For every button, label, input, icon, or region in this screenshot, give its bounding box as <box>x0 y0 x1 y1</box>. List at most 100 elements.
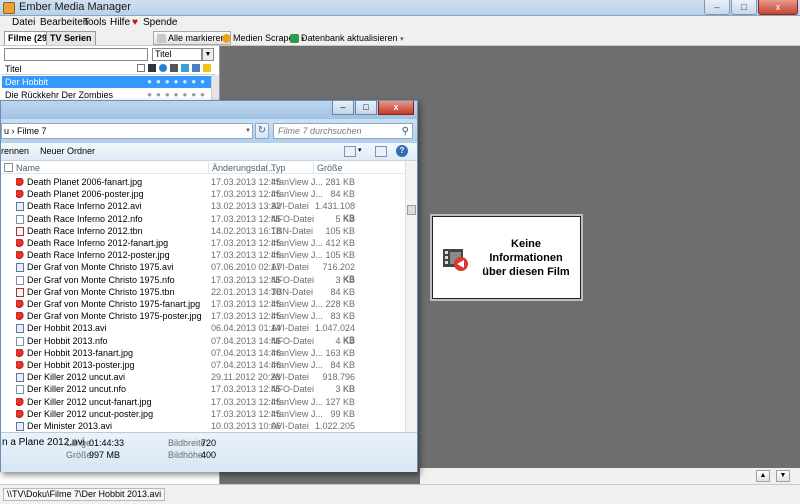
movie-row-selected[interactable]: Der Hobbit ●●●●●●● <box>2 76 211 88</box>
detail-width-value: 720 <box>201 438 217 448</box>
file-name: Der Graf von Monte Christo 1975.nfo <box>27 274 175 285</box>
filter-input[interactable] <box>4 48 148 61</box>
column-name[interactable]: Name <box>16 163 40 173</box>
file-row[interactable]: Der Minister 2013.avi 10.03.2013 10:06 AVI… <box>1 420 405 432</box>
column-type[interactable]: Typ <box>271 163 286 173</box>
preview-pane-icon[interactable] <box>375 146 387 157</box>
extrathumb-icon[interactable] <box>192 64 200 72</box>
search-input[interactable]: Filme 7 durchsuchen ⚲ <box>273 123 413 139</box>
file-row[interactable]: Death Race Inferno 2012-fanart.jpg 17.03.… <box>1 237 405 249</box>
view-options-icon[interactable] <box>344 146 356 157</box>
file-row[interactable]: Death Planet 2006-poster.jpg 17.03.2013 1… <box>1 188 405 200</box>
file-row[interactable]: Der Killer 2012 uncut-fanart.jpg 17.03.20… <box>1 396 405 408</box>
minimize-button[interactable]: – <box>332 101 354 115</box>
no-info-message: Keine Informationen über diesen Film <box>473 237 579 279</box>
tab-tv-serien[interactable]: TV Serien <box>46 31 96 45</box>
file-row[interactable]: Der Graf von Monte Christo 1975.nfo 17.03… <box>1 274 405 286</box>
file-name: Death Race Inferno 2012.avi <box>27 201 142 212</box>
menu-spende[interactable]: Spende <box>143 17 177 28</box>
scrollbar-thumb[interactable] <box>407 205 416 215</box>
info-icon[interactable] <box>159 64 167 72</box>
breadcrumb[interactable]: u <box>4 126 9 136</box>
file-row[interactable]: Death Race Inferno 2012.avi 13.02.2013 13… <box>1 200 405 223</box>
file-row[interactable]: Der Killer 2012 uncut-poster.jpg 17.03.20… <box>1 408 405 420</box>
column-title[interactable]: Titel <box>5 64 22 74</box>
subtitle-icon[interactable] <box>181 64 189 72</box>
sort-select[interactable]: Titel <box>152 48 202 61</box>
film-icon <box>443 249 468 271</box>
movie-list-header[interactable]: Titel <box>2 63 215 75</box>
close-button[interactable]: x <box>758 0 798 15</box>
file-size: 281 KB <box>325 177 355 187</box>
watched-icon[interactable] <box>203 64 211 72</box>
file-name: Der Minister 2013.avi <box>27 421 113 431</box>
file-name: Der Hobbit 2013-poster.jpg <box>27 360 135 370</box>
image-file-icon <box>16 239 24 248</box>
file-row[interactable]: Death Planet 2006-fanart.jpg 17.03.2013 1… <box>1 176 405 188</box>
file-name: Der Killer 2012 uncut-fanart.jpg <box>27 396 152 407</box>
file-row[interactable]: Der Graf von Monte Christo 1975-fanart.j… <box>1 298 405 310</box>
video-file-icon <box>16 202 24 212</box>
file-row[interactable]: Der Killer 2012 uncut.avi 29.11.2012 20:2… <box>1 371 405 394</box>
refresh-icon[interactable]: ↻ <box>255 123 269 139</box>
minimize-button[interactable]: – <box>704 0 730 15</box>
file-name: Death Race Inferno 2012-fanart.jpg <box>27 238 169 248</box>
chevron-down-icon[interactable]: ▼ <box>243 124 253 138</box>
column-size[interactable]: Größe <box>317 163 343 173</box>
column-divider[interactable] <box>208 162 209 173</box>
file-list-scrollbar[interactable] <box>405 161 417 432</box>
chevron-down-icon[interactable]: ▼ <box>776 470 790 482</box>
update-database-label: Datenbank aktualisieren <box>301 33 398 43</box>
chevron-down-icon[interactable]: ▾ <box>358 146 362 154</box>
menu-datei[interactable]: Datei <box>12 17 35 28</box>
file-row[interactable]: Der Hobbit 2013.nfo 07.04.2013 14:46 NFO-D… <box>1 335 405 347</box>
column-divider[interactable] <box>313 162 314 173</box>
file-type: AVI-Datei <box>271 421 309 431</box>
image-file-icon <box>16 178 24 187</box>
trailer-icon[interactable] <box>170 64 178 72</box>
video-file-icon <box>16 263 24 273</box>
maximize-button[interactable]: □ <box>355 101 377 115</box>
text-file-icon <box>16 336 24 346</box>
file-row[interactable]: Death Race Inferno 2012.nfo 17.03.2013 12… <box>1 213 405 225</box>
file-row[interactable]: Der Graf von Monte Christo 1975-poster.j… <box>1 310 405 322</box>
menu-hilfe[interactable]: Hilfe <box>110 17 130 28</box>
explorer-command-bar: rennen Neuer Ordner ▾ ? <box>1 143 417 161</box>
file-row[interactable]: Der Graf von Monte Christo 1975.tbn 22.01… <box>1 286 405 298</box>
status-bar: \\TV\Doku\Filme 7\Der Hobbit 2013.avi <box>0 484 800 504</box>
window-title: Ember Media Manager <box>19 1 131 13</box>
menu-bearbeiten[interactable]: Bearbeiten <box>40 17 88 28</box>
file-name: Death Race Inferno 2012.tbn <box>27 225 143 236</box>
address-input[interactable]: u › Filme 7 <box>1 123 253 139</box>
chevron-up-icon[interactable]: ▲ <box>756 470 770 482</box>
new-folder-button[interactable]: Neuer Ordner <box>40 146 95 156</box>
update-database-button[interactable]: Datenbank aktualisieren ▾ <box>286 31 409 45</box>
select-all-checkbox[interactable] <box>4 163 13 172</box>
file-name: Der Graf von Monte Christo 1975-poster.j… <box>27 311 202 322</box>
image-file-icon <box>16 300 24 309</box>
fanart-icon[interactable] <box>148 64 156 72</box>
file-row[interactable]: Der Hobbit 2013-fanart.jpg 07.04.2013 14:… <box>1 347 405 359</box>
help-icon[interactable]: ? <box>396 145 408 157</box>
search-icon[interactable]: ⚲ <box>402 125 409 139</box>
menu-tools[interactable]: Tools <box>83 17 106 28</box>
column-date[interactable]: Änderungsdat... <box>212 163 276 173</box>
file-row[interactable]: Der Hobbit 2013.avi 06.04.2013 01:14 AVI-D… <box>1 322 405 345</box>
rename-command[interactable]: rennen <box>1 146 29 156</box>
poster-icon[interactable] <box>137 64 145 72</box>
file-row[interactable]: Der Graf von Monte Christo 1975.avi 07.06… <box>1 261 405 284</box>
close-button[interactable]: x <box>378 101 414 115</box>
file-row[interactable]: Der Killer 2012 uncut.nfo 17.03.2013 12:4… <box>1 383 405 395</box>
column-divider[interactable] <box>267 162 268 173</box>
file-row[interactable]: Death Race Inferno 2012-poster.jpg 17.03.… <box>1 249 405 261</box>
breadcrumb-folder[interactable]: Filme 7 <box>17 126 47 136</box>
file-row[interactable]: Der Hobbit 2013-poster.jpg 07.04.2013 14:… <box>1 359 405 371</box>
chevron-down-icon[interactable]: ▼ <box>202 48 214 61</box>
maximize-button[interactable]: □ <box>731 0 757 15</box>
file-row[interactable]: Death Race Inferno 2012.tbn 14.02.2013 16… <box>1 225 405 237</box>
breadcrumb-separator[interactable]: › <box>12 126 15 136</box>
explorer-titlebar[interactable]: – □ x <box>1 101 417 119</box>
details-pane: n a Plane 2012.avi Länge: 01:44:33 Größe… <box>1 432 417 472</box>
file-name: Der Killer 2012 uncut.nfo <box>27 384 127 395</box>
file-type: NFO-Datei <box>271 274 315 285</box>
